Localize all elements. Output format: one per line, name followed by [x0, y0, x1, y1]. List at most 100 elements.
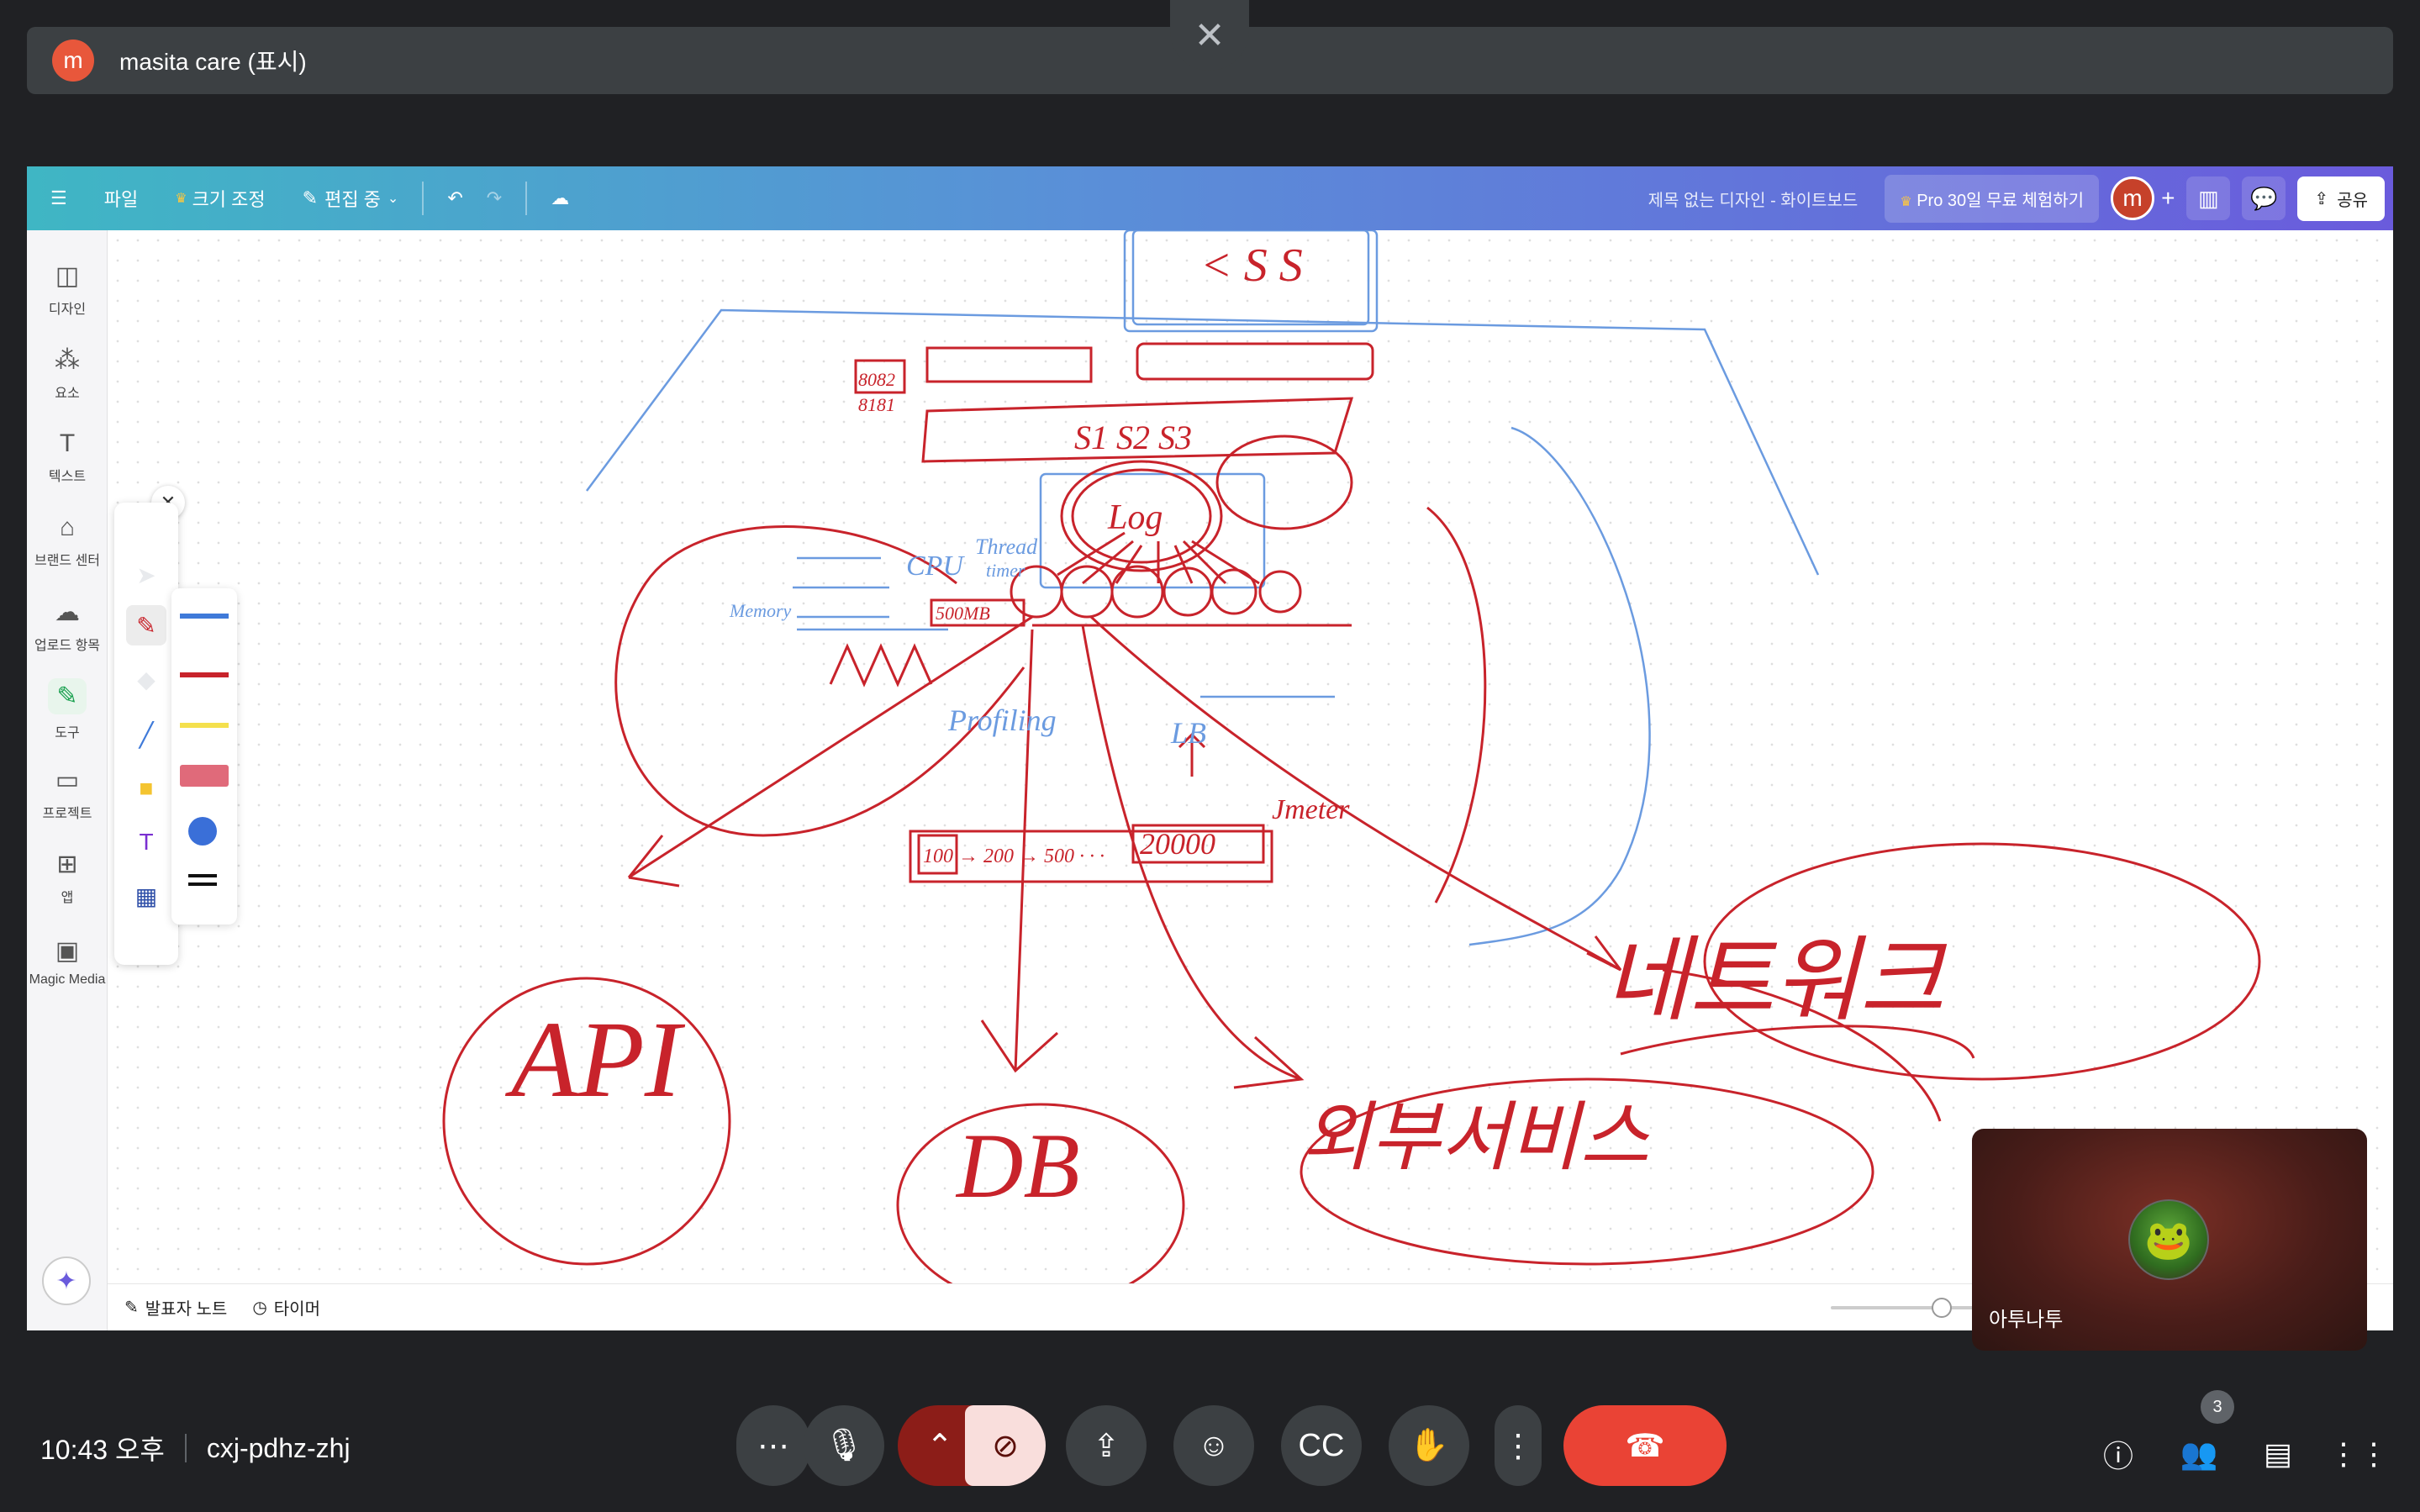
comments-button[interactable]: 💬	[2242, 176, 2286, 220]
sidebar-item-text[interactable]: T 텍스트	[27, 415, 108, 499]
meet-control-bar: 10:43 오후 cxj-pdhz-zhj ⋯ 🎙 ⌃ ⊘ ⇪ ☺ CC ✋ ⋮…	[0, 1370, 2420, 1512]
sidebar-item-brand[interactable]: ⌂ 브랜드 센터	[27, 499, 108, 583]
emoji-reaction-button[interactable]: ☺	[1173, 1405, 1254, 1486]
folder-icon: ▭	[55, 766, 80, 794]
sidebar-item-apps[interactable]: ⊞ 앱	[27, 835, 108, 919]
stroke-weight-button[interactable]	[188, 874, 217, 886]
user-avatar[interactable]: m	[2111, 176, 2155, 220]
camera-toggle-button[interactable]: ⊘	[965, 1405, 1046, 1486]
timer-word-label: timer	[986, 560, 1025, 581]
shapes-tool-button[interactable]: ◆	[126, 659, 166, 699]
sidebar-item-draw[interactable]: ✎ 도구	[27, 667, 108, 751]
more-vertical-icon: ⋮	[1502, 1428, 1534, 1464]
sidebar-item-uploads[interactable]: ☁ 업로드 항목	[27, 583, 108, 667]
magic-assistant-button[interactable]: ✦	[42, 1256, 91, 1305]
pen-red-swatch[interactable]	[180, 672, 229, 677]
sticky-note-icon: ■	[139, 775, 154, 801]
pro-trial-label: Pro 30일 무료 체험하기	[1916, 191, 2085, 210]
captions-button[interactable]: CC	[1281, 1405, 1362, 1486]
upload-icon: ☁	[55, 598, 80, 626]
redo-button[interactable]: ↷	[487, 187, 502, 209]
document-title[interactable]: 제목 없는 디자인 - 화이트보드	[1648, 187, 1858, 211]
hamburger-menu-button[interactable]: ☰	[50, 187, 67, 209]
leave-call-button[interactable]: ☎	[1563, 1405, 1727, 1486]
present-icon: ⇪	[1093, 1428, 1120, 1464]
cloud-check-icon: ☁	[551, 187, 570, 208]
hand-icon: ✋	[1409, 1428, 1449, 1463]
cloud-save-status[interactable]: ☁	[551, 187, 569, 209]
apps-grid-icon: ⋮⋮	[2328, 1436, 2389, 1471]
whiteboard-canvas[interactable]: < S S 8082 8181 S1 S2 S3 Log Profiling 5…	[108, 230, 2393, 1283]
share-label: 공유	[2337, 191, 2368, 210]
pen-tool-button[interactable]: ✎	[126, 605, 166, 645]
sidebar-item-label: 텍스트	[48, 470, 87, 484]
timer-button[interactable]: ◷ 타이머	[252, 1295, 320, 1320]
sidebar-item-design[interactable]: ◫ 디자인	[27, 247, 108, 331]
sparkle-icon: ✦	[55, 1267, 77, 1295]
people-button[interactable]: 👥	[2174, 1429, 2224, 1479]
table-tool-button[interactable]: ▦	[126, 876, 166, 916]
canva-sidebar: ◫ 디자인 ⁂ 요소 T 텍스트 ⌂ 브랜드 센터 ☁ 업로드 항목 ✎ 도구 …	[27, 230, 108, 1330]
color-picker-button[interactable]	[188, 817, 217, 846]
share-icon: ⇪	[2314, 189, 2329, 208]
file-menu[interactable]: 파일	[104, 185, 138, 212]
shapes-icon: ⁂	[55, 345, 80, 374]
participant-tile[interactable]: 🐸 아투나투	[1972, 1129, 2367, 1351]
close-icon: ✕	[1194, 14, 1226, 56]
select-tool-button[interactable]: ➤	[126, 555, 166, 595]
microphone-button[interactable]: 🎙	[804, 1405, 884, 1486]
meeting-info: 10:43 오후 cxj-pdhz-zhj	[40, 1429, 351, 1467]
memory-label: Memory	[729, 600, 792, 621]
pro-trial-button[interactable]: ♛ Pro 30일 무료 체험하기	[1885, 174, 2100, 223]
sidebar-item-magic-media[interactable]: ▣ Magic Media	[27, 919, 108, 1004]
load-max-label: 20000	[1140, 827, 1215, 861]
port-b-label: 8181	[858, 394, 895, 415]
sidebar-item-label: 요소	[55, 386, 80, 401]
activities-button[interactable]: ⋮⋮	[2328, 1429, 2389, 1479]
insights-button[interactable]: ▥	[2186, 176, 2231, 220]
line-tool-button[interactable]: ╱	[126, 714, 166, 755]
db-label: DB	[955, 1114, 1080, 1217]
whiteboard-drawing: < S S 8082 8181 S1 S2 S3 Log Profiling 5…	[442, 230, 2261, 1283]
sidebar-item-elements[interactable]: ⁂ 요소	[27, 331, 108, 415]
text-icon: T	[59, 429, 76, 457]
jmeter-label: Jmeter	[1272, 794, 1350, 825]
share-button[interactable]: ⇪ 공유	[2297, 176, 2385, 221]
toolbar-right: 제목 없는 디자인 - 화이트보드 ♛ Pro 30일 무료 체험하기 m + …	[1648, 173, 2385, 224]
more-reactions-button[interactable]: ⋯	[736, 1405, 810, 1486]
chat-button[interactable]: ▤	[2253, 1429, 2303, 1479]
undo-button[interactable]: ↶	[447, 187, 462, 209]
canva-toolbar: ☰ 파일 ♛ 크기 조정 ✎ 편집 중 ⌄ ↶ ↷ ☁ 제목 없는 디자인 - …	[27, 166, 2393, 230]
resize-button[interactable]: ♛ 크기 조정	[175, 185, 265, 212]
pen-icon: ✎	[136, 612, 156, 639]
participant-name: 아투나투	[1989, 1309, 2064, 1331]
highlighter-swatch[interactable]	[180, 765, 229, 787]
pen-blue-swatch[interactable]	[180, 614, 229, 619]
participant-avatar: 🐸	[2128, 1199, 2209, 1280]
redo-icon: ↷	[486, 187, 503, 208]
crown-icon: ♛	[1900, 194, 1912, 209]
sidebar-item-label: Magic Media	[29, 972, 106, 987]
chevron-up-icon: ⌃	[926, 1428, 953, 1464]
meeting-details-button[interactable]: ⓘ	[2093, 1429, 2143, 1479]
log-label: Log	[1107, 498, 1163, 537]
edit-mode-dropdown[interactable]: ✎ 편집 중 ⌄	[303, 185, 399, 212]
presenter-notes-button[interactable]: ✎ 발표자 노트	[124, 1295, 227, 1320]
add-collaborator-button[interactable]: +	[2161, 185, 2175, 212]
info-icon: ⓘ	[2102, 1439, 2133, 1473]
more-options-button[interactable]: ⋮	[1495, 1405, 1542, 1486]
text-tool-button[interactable]: T	[126, 822, 166, 862]
pen-yellow-swatch[interactable]	[180, 723, 229, 728]
port-a-label: 8082	[858, 369, 895, 390]
emoji-icon: ☺	[1197, 1427, 1231, 1463]
present-screen-button[interactable]: ⇪	[1066, 1405, 1147, 1486]
comment-icon: 💬	[2250, 185, 2278, 211]
sidebar-item-projects[interactable]: ▭ 프로젝트	[27, 751, 108, 835]
raise-hand-button[interactable]: ✋	[1389, 1405, 1469, 1486]
zoom-slider-handle[interactable]	[1932, 1298, 1952, 1318]
sticky-note-tool-button[interactable]: ■	[126, 768, 166, 809]
toolbar-divider	[525, 182, 528, 215]
crown-icon: ♛	[175, 192, 187, 206]
edit-mode-label: 편집 중	[324, 189, 381, 210]
sidebar-item-label: 프로젝트	[42, 806, 92, 821]
